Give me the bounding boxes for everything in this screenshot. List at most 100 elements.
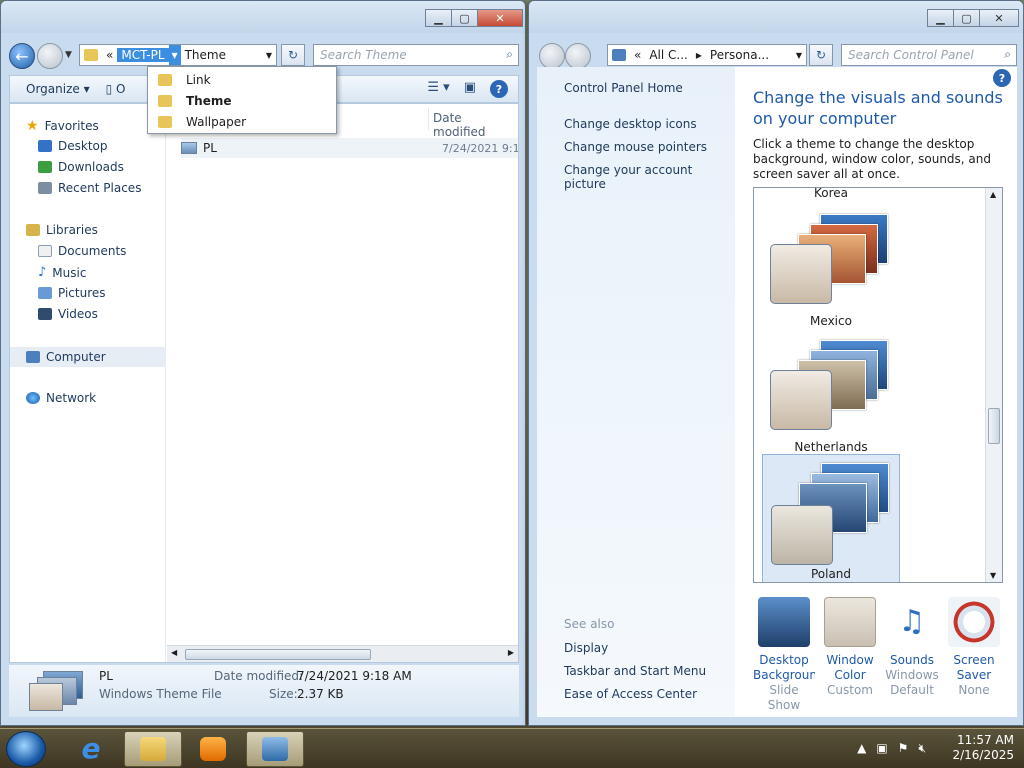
- search-icon[interactable]: ⌕: [506, 47, 513, 62]
- view-options-icon[interactable]: ☰ ▾: [427, 80, 449, 98]
- link-control-panel-home[interactable]: Control Panel Home: [564, 81, 683, 95]
- control-panel-icon: [262, 737, 288, 761]
- link-change-desktop-icons[interactable]: Change desktop icons: [564, 117, 697, 131]
- help-icon[interactable]: ?: [490, 80, 508, 98]
- breadcrumb-dropdown-menu: Link Theme Wallpaper: [147, 66, 337, 134]
- nav-desktop[interactable]: Desktop: [38, 139, 108, 153]
- tile-desktop-background[interactable]: Desktop Background Slide Show: [753, 597, 815, 713]
- start-button[interactable]: [6, 731, 46, 767]
- cp-search-input[interactable]: Search Control Panel ⌕: [841, 44, 1017, 66]
- clock-time: 11:57 AM: [957, 733, 1014, 747]
- link-ease-of-access[interactable]: Ease of Access Center: [564, 687, 697, 701]
- breadcrumb-personalization[interactable]: Persona...: [706, 48, 773, 62]
- scrollbar-thumb[interactable]: [988, 408, 1000, 444]
- theme-korea[interactable]: Korea: [762, 188, 900, 202]
- breadcrumb-separator-icon[interactable]: ▸: [692, 48, 706, 62]
- theme-list-scrollbar[interactable]: ▲ ▼: [985, 188, 1002, 582]
- theme-mexico[interactable]: Mexico: [762, 202, 900, 330]
- breadcrumb-mct-pl[interactable]: MCT-PL: [117, 48, 169, 62]
- link-taskbar-start-menu[interactable]: Taskbar and Start Menu: [564, 664, 706, 678]
- minimize-button[interactable]: ▁: [927, 9, 954, 27]
- clock[interactable]: 11:57 AM 2/16/2025: [952, 733, 1014, 763]
- nav-documents[interactable]: Documents: [38, 244, 126, 258]
- open-button[interactable]: ▯ O: [106, 82, 126, 96]
- volume-muted-icon[interactable]: 🔇︎: [918, 741, 926, 756]
- address-bar[interactable]: « MCT-PL ▼ Theme ▼: [79, 44, 277, 66]
- close-button[interactable]: ✕: [477, 9, 523, 27]
- scroll-up-icon[interactable]: ▲: [990, 190, 996, 199]
- window-color-icon: [824, 597, 876, 647]
- file-date: 7/24/2021 9:18: [442, 141, 518, 155]
- scroll-left-icon[interactable]: ◀: [171, 648, 177, 657]
- address-dropdown-icon[interactable]: ▼: [796, 51, 802, 60]
- preview-pane-icon[interactable]: ▣: [464, 80, 476, 98]
- breadcrumb-theme[interactable]: Theme: [181, 48, 230, 62]
- theme-list[interactable]: Korea Mexico Netherlands Poland ▲ ▼: [753, 187, 1003, 583]
- back-button[interactable]: [539, 43, 565, 69]
- nav-videos[interactable]: Videos: [38, 307, 98, 321]
- breadcrumb-overflow[interactable]: «: [102, 48, 117, 62]
- cp-address-bar[interactable]: « All C... ▸ Persona... ▼: [607, 44, 807, 66]
- details-date-label: Date modified:: [214, 669, 304, 683]
- nav-downloads[interactable]: Downloads: [38, 160, 124, 174]
- taskbar-media-player[interactable]: [184, 731, 242, 767]
- folder-icon: [158, 115, 172, 128]
- maximize-button[interactable]: ▢: [953, 9, 980, 27]
- tile-screen-saver[interactable]: Screen Saver None: [943, 597, 1005, 698]
- forward-button[interactable]: [37, 43, 63, 69]
- help-icon[interactable]: ?: [993, 69, 1011, 87]
- theme-poland[interactable]: Poland: [762, 454, 900, 582]
- maximize-button[interactable]: ▢: [451, 9, 478, 27]
- tile-sounds[interactable]: ♫ Sounds Windows Default: [881, 597, 943, 698]
- nav-libraries[interactable]: Libraries: [26, 223, 98, 237]
- menu-item-theme[interactable]: Theme: [148, 90, 336, 111]
- menu-item-link[interactable]: Link: [148, 69, 336, 90]
- scrollbar-thumb[interactable]: [185, 649, 371, 660]
- tile-window-color[interactable]: Window Color Custom: [819, 597, 881, 698]
- details-size-value: 2.37 KB: [297, 687, 344, 701]
- back-button[interactable]: ←: [9, 43, 35, 69]
- file-pane: Date modified PL 7/24/2021 9:18 ◀ ▶: [167, 104, 518, 662]
- details-type: Windows Theme File: [99, 687, 222, 701]
- organize-button[interactable]: Organize ▾: [10, 82, 100, 96]
- column-header-date-modified[interactable]: Date modified: [428, 108, 518, 139]
- show-hidden-icons-icon[interactable]: ▲: [857, 741, 866, 756]
- network-tray-icon[interactable]: ▣: [876, 741, 887, 756]
- link-change-account-picture[interactable]: Change your account picture: [564, 163, 735, 191]
- link-change-mouse-pointers[interactable]: Change mouse pointers: [564, 140, 707, 154]
- recent-pages-chevron-icon[interactable]: ▼: [65, 50, 72, 60]
- file-row[interactable]: PL 7/24/2021 9:18: [181, 138, 518, 158]
- refresh-button[interactable]: ↻: [809, 44, 833, 66]
- nav-favorites[interactable]: ★ Favorites: [26, 118, 99, 134]
- scroll-down-icon[interactable]: ▼: [990, 571, 996, 580]
- explorer-address-row: ← ▼ « MCT-PL ▼ Theme ▼ ↻ Search Theme ⌕: [1, 41, 525, 69]
- menu-item-wallpaper[interactable]: Wallpaper: [148, 111, 336, 132]
- scroll-right-icon[interactable]: ▶: [508, 648, 514, 657]
- taskbar-windows-explorer[interactable]: [124, 731, 182, 767]
- forward-button[interactable]: [565, 43, 591, 69]
- minimize-button[interactable]: ▁: [425, 9, 452, 27]
- breadcrumb-chevron-down-icon[interactable]: ▼: [168, 45, 181, 65]
- nav-pictures[interactable]: Pictures: [38, 286, 106, 300]
- address-dropdown-icon[interactable]: ▼: [266, 51, 272, 60]
- navigation-pane: ★ Favorites Desktop Downloads Recent Plac…: [10, 104, 166, 662]
- horizontal-scrollbar[interactable]: ◀ ▶: [167, 645, 518, 662]
- nav-network[interactable]: Network: [26, 391, 96, 405]
- nav-computer[interactable]: Computer: [10, 347, 166, 367]
- search-icon[interactable]: ⌕: [1004, 47, 1011, 62]
- search-input[interactable]: Search Theme ⌕: [313, 44, 519, 66]
- taskbar-internet-explorer[interactable]: e: [62, 731, 120, 767]
- cp-search-placeholder: Search Control Panel: [848, 48, 974, 62]
- nav-music[interactable]: ♪ Music: [38, 265, 86, 280]
- refresh-button[interactable]: ↻: [281, 44, 305, 66]
- close-button[interactable]: ✕: [979, 9, 1019, 27]
- breadcrumb-overflow[interactable]: «: [630, 48, 645, 62]
- folder-icon: [158, 94, 172, 107]
- action-center-flag-icon[interactable]: ⚑: [898, 741, 909, 756]
- theme-netherlands[interactable]: Netherlands: [762, 328, 900, 456]
- nav-recent-places[interactable]: Recent Places: [38, 181, 141, 195]
- breadcrumb-all-control-panel[interactable]: All C...: [645, 48, 692, 62]
- theme-preview-image: [762, 202, 900, 312]
- link-display[interactable]: Display: [564, 641, 608, 655]
- taskbar-control-panel[interactable]: [246, 731, 304, 767]
